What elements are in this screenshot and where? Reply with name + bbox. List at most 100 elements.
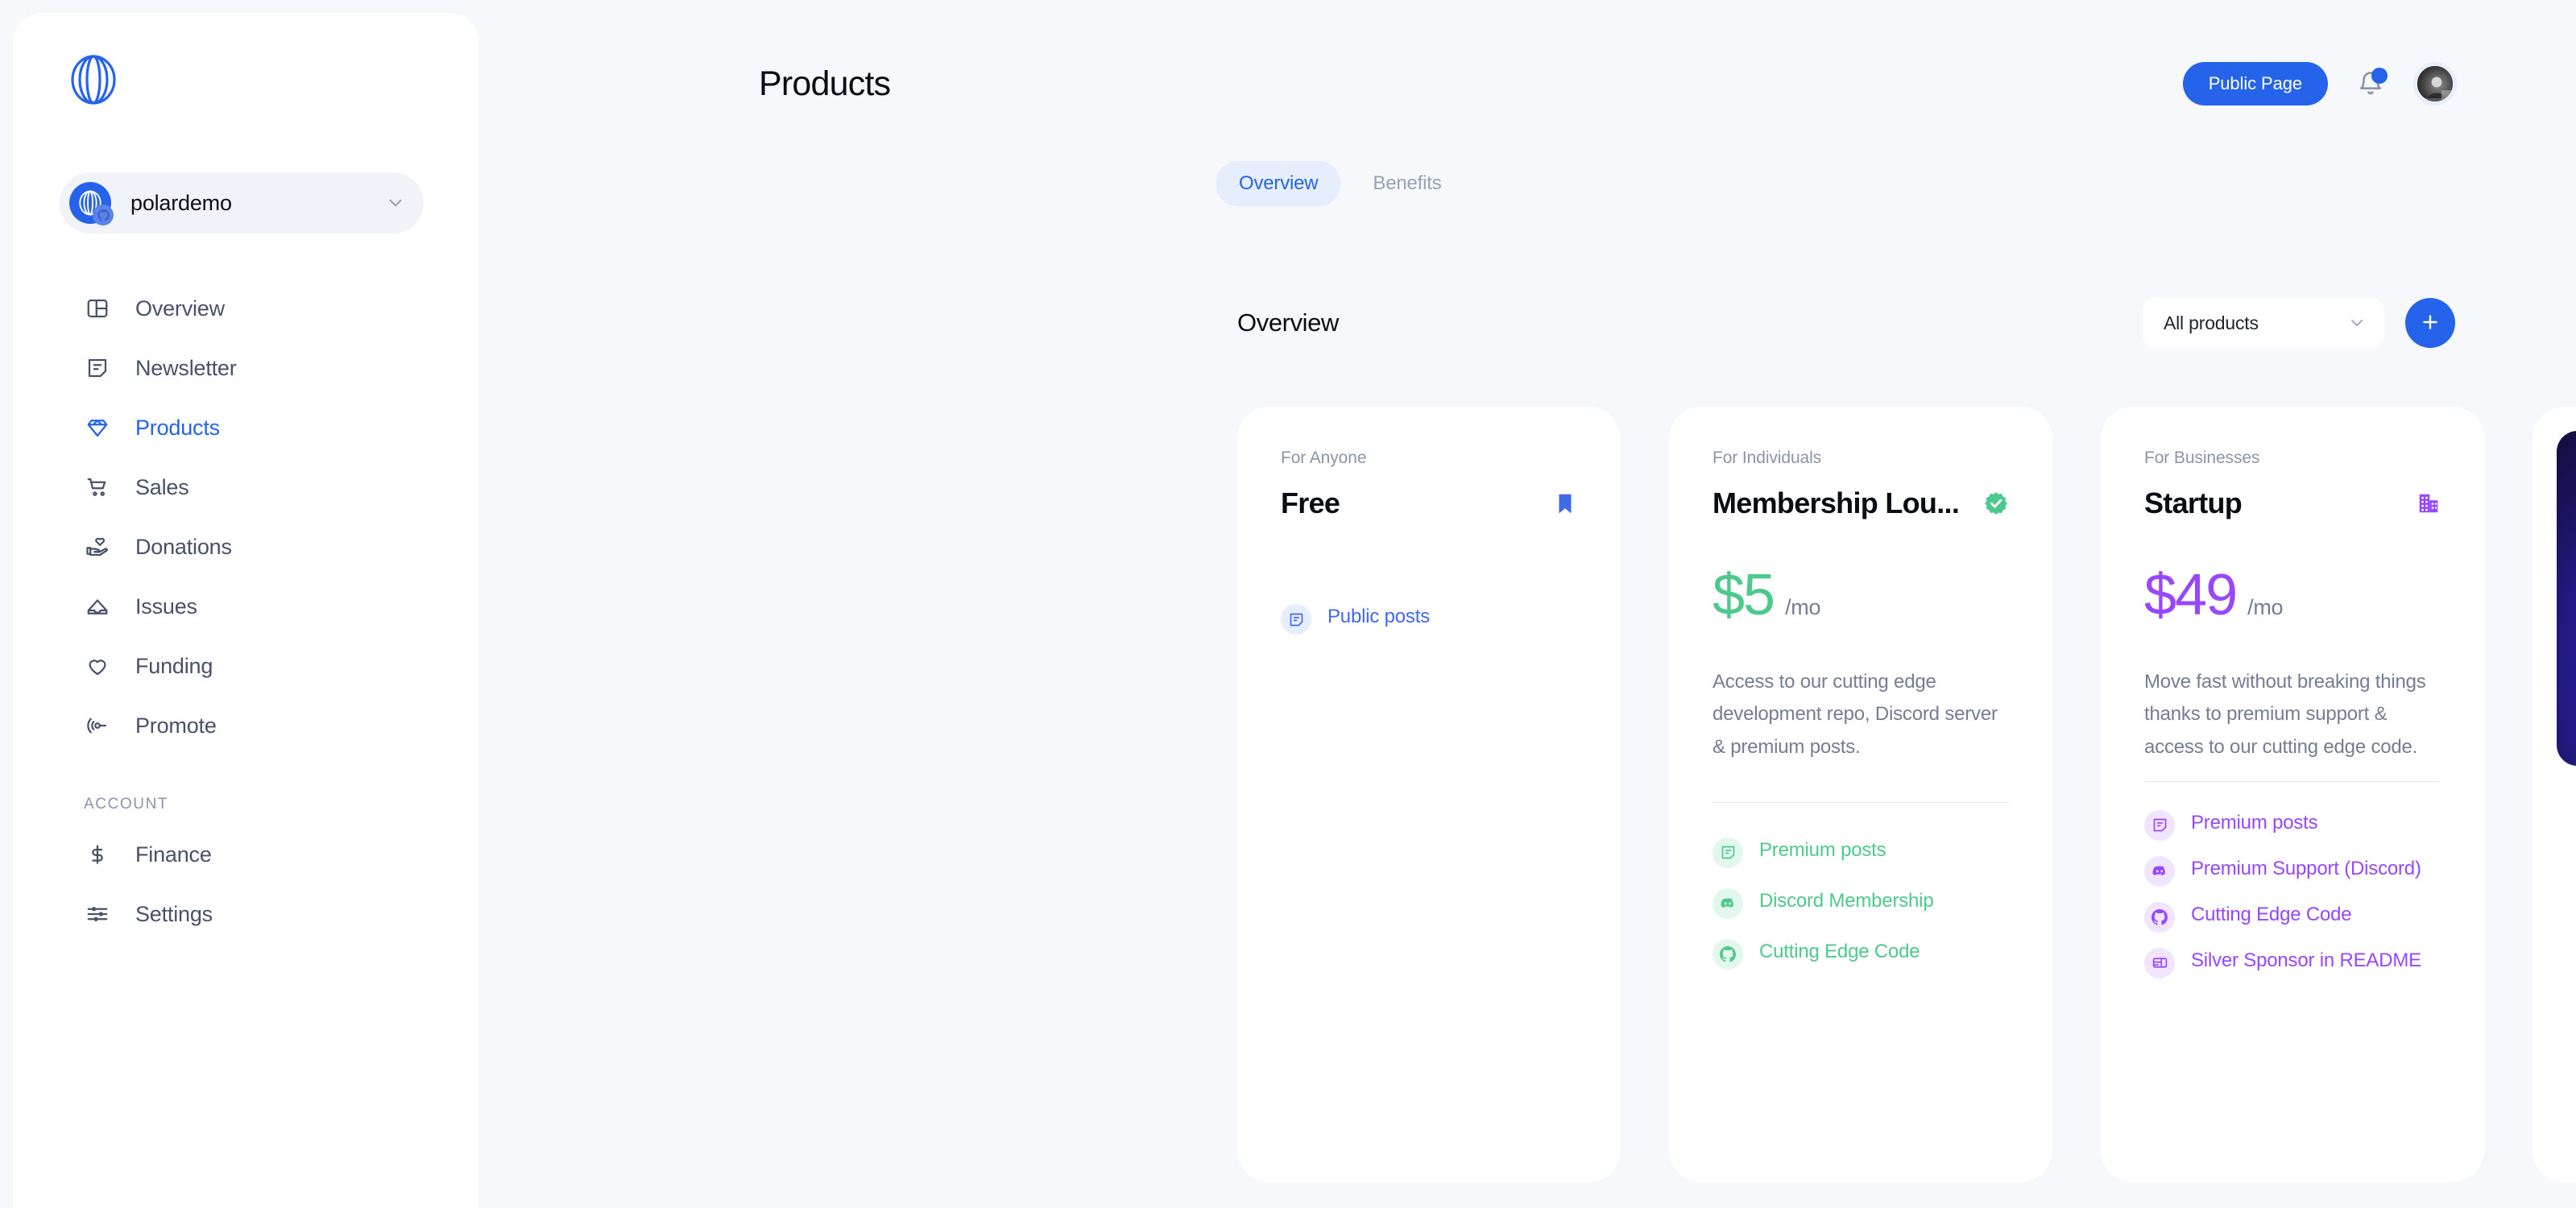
article-icon: [1281, 604, 1311, 635]
section-title: Overview: [1237, 308, 1339, 337]
card-benefits: Premium posts Premium Support (Discord) …: [2144, 809, 2441, 978]
card-description: Access to our cutting edge development r…: [1713, 671, 1998, 758]
page-title: Products: [759, 64, 891, 103]
product-card-free[interactable]: For Anyone Free Public posts: [1237, 407, 1621, 1182]
sidebar-item-donations[interactable]: Donations: [13, 517, 478, 577]
card-title: Startup: [2144, 486, 2243, 519]
benefit-item[interactable]: Discord Membership: [1713, 887, 2009, 919]
price-amount: $49: [2144, 563, 2238, 627]
chevron-down-icon[interactable]: [385, 192, 406, 213]
card-price: $49 /mo: [2144, 566, 2441, 624]
sidebar-item-settings[interactable]: Settings: [13, 884, 478, 944]
layout-panel-icon: [84, 295, 111, 322]
benefit-item[interactable]: Silver Sponsor in README: [2144, 947, 2441, 978]
benefit-label: Cutting Edge Code: [2191, 903, 2352, 925]
github-icon: [2144, 901, 2175, 933]
card-eyebrow: For Anyone: [1281, 449, 1367, 467]
bookmark-icon: [1553, 491, 1577, 515]
hand-heart-icon: [84, 533, 111, 561]
sidebar-item-overview[interactable]: Overview: [13, 279, 478, 338]
benefit-label: Discord Membership: [1759, 889, 1934, 912]
card-title: Free: [1281, 486, 1340, 519]
tab-overview[interactable]: Overview: [1216, 161, 1341, 206]
sidebar-item-finance[interactable]: Finance: [13, 825, 478, 884]
github-icon: [1713, 938, 1743, 970]
card-title: Membership Lou...: [1713, 486, 1960, 519]
benefit-item[interactable]: Premium posts: [1713, 837, 2009, 868]
app-root: polardemo Overview Newsletter Products S…: [0, 0, 2576, 1208]
readme-card-icon: [2144, 947, 2175, 978]
sidebar-item-label: Donations: [135, 534, 232, 559]
sliders-icon: [84, 900, 111, 928]
card-title-row: Membership Lou...: [1713, 486, 2009, 521]
sidebar-item-label: Products: [135, 415, 220, 440]
org-name: polardemo: [130, 190, 232, 215]
benefit-label: Premium Support (Discord): [2191, 857, 2421, 879]
product-cards: For Anyone Free Public posts For Individ…: [1237, 407, 2576, 1182]
benefit-item[interactable]: Cutting Edge Code: [2144, 901, 2441, 933]
benefit-label: Cutting Edge Code: [1759, 940, 1920, 962]
card-divider: [1713, 801, 2009, 803]
benefit-item[interactable]: Public posts: [1281, 603, 1577, 635]
sidebar-item-products[interactable]: Products: [13, 398, 478, 457]
newsletter-icon: [84, 354, 111, 382]
sidebar-nav: Overview Newsletter Products Sales Donat…: [13, 279, 478, 944]
benefit-item[interactable]: Premium Support (Discord): [2144, 855, 2441, 887]
article-icon: [1713, 837, 1743, 868]
price-period: /mo: [1785, 595, 1821, 619]
discord-icon: [2144, 855, 2175, 887]
price-period: /mo: [2247, 595, 2284, 619]
benefit-label: Premium posts: [1759, 838, 1886, 861]
building-icon: [2417, 491, 2441, 515]
notification-bell-icon[interactable]: [2354, 67, 2388, 101]
add-product-button[interactable]: [2405, 298, 2455, 348]
price-amount: $5: [1713, 563, 1775, 627]
avatar[interactable]: [2413, 62, 2457, 105]
product-cover: [2557, 431, 2576, 766]
product-card-membership[interactable]: For Individuals Membership Lou... $5 /mo…: [1669, 407, 2052, 1182]
sidebar-item-newsletter[interactable]: Newsletter: [13, 338, 478, 398]
card-eyebrow: For Businesses: [2144, 449, 2260, 467]
plus-icon: [2420, 312, 2441, 335]
product-filter-value: All products: [2164, 312, 2259, 333]
sidebar-item-label: Newsletter: [135, 355, 237, 380]
card-title-row: Free: [1281, 486, 1577, 521]
shopping-cart-icon: [84, 474, 111, 501]
product-card-startup[interactable]: For Businesses Startup $49 /mo Move fast…: [2101, 407, 2484, 1182]
sidebar: polardemo Overview Newsletter Products S…: [13, 13, 478, 1208]
card-price: $5 /mo: [1713, 566, 2009, 624]
product-body: Story of Polar Short book on the story o…: [2557, 766, 2576, 900]
sidebar-item-promote[interactable]: Promote: [13, 696, 478, 755]
sidebar-item-label: Promote: [135, 713, 217, 738]
public-page-button[interactable]: Public Page: [2182, 62, 2328, 105]
sidebar-item-issues[interactable]: Issues: [13, 577, 478, 636]
polar-org-avatar: [69, 182, 114, 225]
card-eyebrow: For Individuals: [1713, 449, 1822, 467]
sidebar-item-funding[interactable]: Funding: [13, 636, 478, 696]
polar-logo-icon[interactable]: [69, 55, 118, 105]
article-icon: [2144, 809, 2175, 841]
header-actions: Public Page: [2182, 62, 2457, 105]
sidebar-item-label: Funding: [135, 653, 213, 678]
main-content: Products Public Page Overview Benefits O…: [478, 0, 2576, 1208]
product-filter-select[interactable]: All products: [2143, 298, 2384, 348]
sidebar-item-label: Overview: [135, 296, 225, 321]
section-bar: Overview All products: [1237, 298, 2455, 348]
broadcast-icon: [84, 712, 111, 739]
benefit-item[interactable]: Cutting Edge Code: [1713, 938, 2009, 970]
org-switcher[interactable]: polardemo: [60, 172, 424, 234]
card-description: Move fast without breaking things thanks…: [2144, 671, 2426, 758]
github-badge-icon: [93, 205, 114, 225]
sidebar-item-label: Finance: [135, 842, 212, 867]
discord-icon: [1713, 887, 1743, 919]
product-card-story-of-polar[interactable]: Story of Polar Short book on the story o…: [2533, 407, 2576, 1182]
benefit-label: Premium posts: [2191, 811, 2318, 834]
notification-dot: [2371, 68, 2388, 84]
verified-check-icon: [1983, 490, 2009, 516]
tab-benefits[interactable]: Benefits: [1350, 161, 1464, 206]
diamond-icon: [84, 414, 111, 441]
benefit-item[interactable]: Premium posts: [2144, 809, 2441, 841]
benefit-label: Public posts: [1327, 606, 1430, 627]
sidebar-item-sales[interactable]: Sales: [13, 457, 478, 517]
sidebar-item-label: Sales: [135, 474, 189, 499]
